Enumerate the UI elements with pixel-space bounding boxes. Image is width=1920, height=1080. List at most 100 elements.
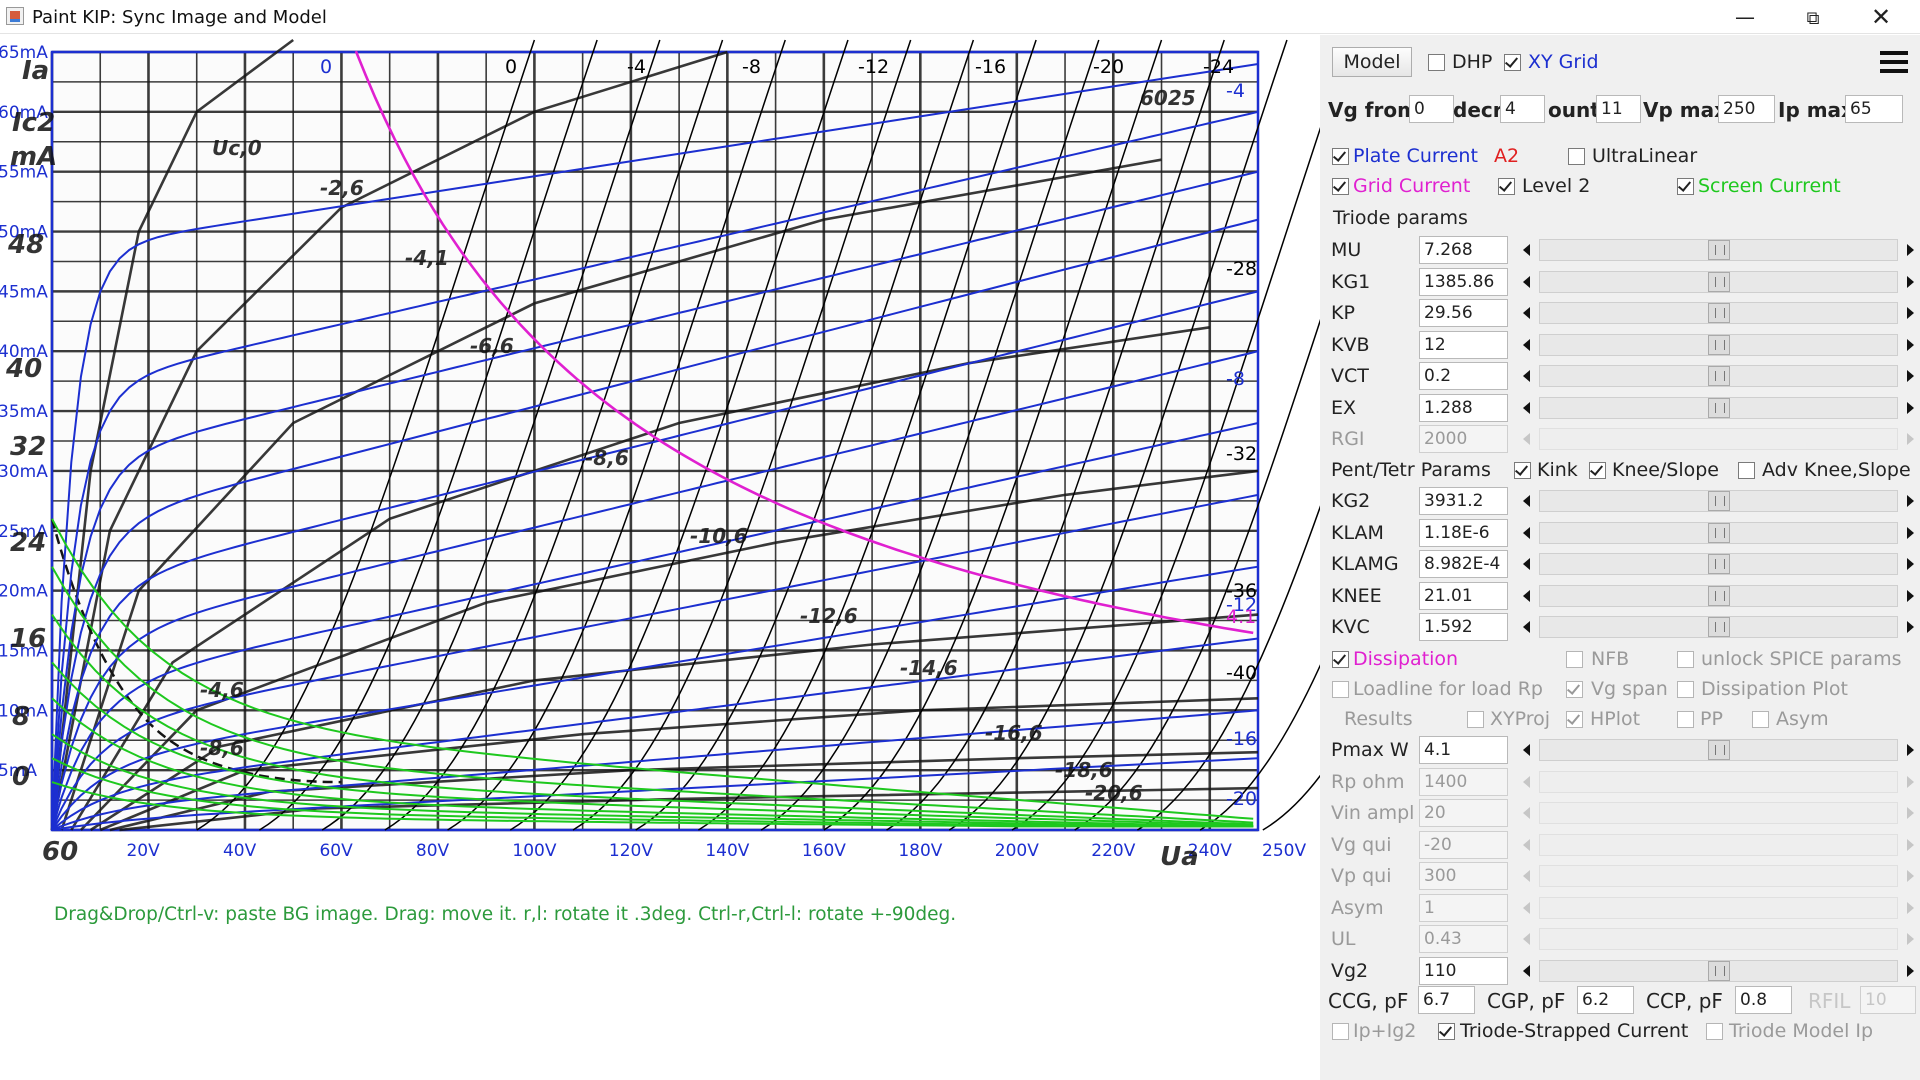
vct-slider[interactable] (1517, 363, 1920, 389)
slider-track[interactable] (1539, 770, 1898, 793)
slider-thumb[interactable] (1707, 334, 1730, 355)
scroll-left-icon[interactable] (1517, 488, 1538, 514)
scroll-left-icon[interactable] (1517, 614, 1538, 640)
scroll-right-icon[interactable] (1899, 800, 1920, 826)
close-button[interactable]: ✕ (1852, 0, 1910, 34)
slider-track[interactable] (1539, 833, 1898, 856)
scroll-right-icon[interactable] (1899, 551, 1920, 577)
ex-field[interactable]: 1.288 (1419, 393, 1508, 422)
vg-qui-slider[interactable] (1517, 831, 1920, 858)
level-2-checkbox[interactable] (1498, 178, 1515, 195)
slider-thumb[interactable] (1707, 303, 1730, 323)
slider-track[interactable] (1539, 739, 1898, 761)
klam-slider[interactable] (1517, 519, 1920, 546)
dissipation-plot-checkbox[interactable] (1677, 681, 1694, 698)
scroll-left-icon[interactable] (1517, 519, 1538, 546)
scroll-right-icon[interactable] (1899, 863, 1920, 889)
vg2-slider[interactable] (1517, 957, 1920, 984)
ul-slider[interactable] (1517, 926, 1920, 952)
scroll-right-icon[interactable] (1899, 237, 1920, 263)
scroll-left-icon[interactable] (1517, 831, 1538, 858)
menu-button[interactable] (1874, 45, 1916, 81)
asym-slider[interactable] (1517, 894, 1920, 921)
scroll-left-icon[interactable] (1517, 551, 1538, 577)
slider-track[interactable] (1539, 896, 1898, 919)
scroll-right-icon[interactable] (1899, 394, 1920, 421)
characteristics-plot[interactable]: 65mA60mA55mA50mA45mA40mA35mA30mA25mA20mA… (0, 35, 1320, 935)
slider-track[interactable] (1539, 270, 1898, 293)
vp-qui-field[interactable]: 300 (1419, 862, 1508, 890)
vin-ampl-field[interactable]: 20 (1419, 799, 1508, 827)
slider-track[interactable] (1539, 428, 1898, 450)
screen-current-checkbox[interactable] (1677, 178, 1694, 195)
minimize-button[interactable]: — (1716, 0, 1774, 34)
vin-ampl-slider[interactable] (1517, 800, 1920, 826)
scroll-right-icon[interactable] (1899, 488, 1920, 514)
scroll-right-icon[interactable] (1899, 582, 1920, 609)
kg2-slider[interactable] (1517, 488, 1920, 514)
vg-span-checkbox[interactable] (1566, 681, 1583, 698)
pmax-w-slider[interactable] (1517, 737, 1920, 763)
slider-track[interactable] (1539, 802, 1898, 824)
slider-thumb[interactable] (1707, 960, 1730, 981)
scroll-right-icon[interactable] (1899, 831, 1920, 858)
scroll-left-icon[interactable] (1517, 800, 1538, 826)
kp-field[interactable]: 29.56 (1419, 299, 1508, 327)
scroll-right-icon[interactable] (1899, 426, 1920, 452)
scroll-left-icon[interactable] (1517, 394, 1538, 421)
grid-current-checkbox[interactable] (1332, 178, 1349, 195)
slider-thumb[interactable] (1707, 522, 1730, 543)
slider-thumb[interactable] (1707, 271, 1730, 292)
scroll-right-icon[interactable] (1899, 926, 1920, 952)
kg2-field[interactable]: 3931.2 (1419, 487, 1508, 515)
scroll-left-icon[interactable] (1517, 363, 1538, 389)
slider-thumb[interactable] (1707, 397, 1730, 418)
slider-track[interactable] (1539, 928, 1898, 950)
scroll-left-icon[interactable] (1517, 957, 1538, 984)
model-button[interactable]: Model (1332, 47, 1412, 77)
slider-thumb[interactable] (1707, 585, 1730, 606)
plate-current-checkbox[interactable] (1332, 148, 1349, 165)
knee-slope-checkbox[interactable] (1589, 462, 1606, 479)
slider-thumb[interactable] (1707, 617, 1730, 637)
slider-thumb[interactable] (1707, 240, 1730, 260)
klamg-slider[interactable] (1517, 551, 1920, 577)
klamg-field[interactable]: 8.982E-4 (1419, 550, 1508, 578)
adv-knee-slope-checkbox[interactable] (1738, 462, 1755, 479)
kvb-field[interactable]: 12 (1419, 330, 1508, 359)
slider-track[interactable] (1539, 365, 1898, 387)
scroll-left-icon[interactable] (1517, 268, 1538, 295)
rfil-field[interactable]: 10 (1860, 986, 1916, 1014)
kink-checkbox[interactable] (1514, 462, 1531, 479)
slider-track[interactable] (1539, 396, 1898, 419)
kp-slider[interactable] (1517, 300, 1920, 326)
slider-thumb[interactable] (1707, 554, 1730, 574)
ccg-field[interactable]: 6.7 (1418, 986, 1475, 1014)
scroll-right-icon[interactable] (1899, 363, 1920, 389)
slider-track[interactable] (1539, 333, 1898, 356)
mu-slider[interactable] (1517, 237, 1920, 263)
asym-field[interactable]: 1 (1419, 893, 1508, 922)
pp-checkbox[interactable] (1677, 711, 1694, 728)
scroll-right-icon[interactable] (1899, 268, 1920, 295)
scroll-left-icon[interactable] (1517, 926, 1538, 952)
vg-from-field[interactable]: 0 (1409, 95, 1454, 123)
vg2-field[interactable]: 110 (1419, 956, 1508, 985)
asym-checkbox[interactable] (1752, 711, 1769, 728)
mu-field[interactable]: 7.268 (1419, 236, 1508, 264)
pmax-w-field[interactable]: 4.1 (1419, 736, 1508, 764)
scroll-right-icon[interactable] (1899, 768, 1920, 795)
ultralinear-checkbox[interactable] (1568, 148, 1585, 165)
scroll-right-icon[interactable] (1899, 614, 1920, 640)
slider-track[interactable] (1539, 521, 1898, 544)
knee-field[interactable]: 21.01 (1419, 581, 1508, 610)
scroll-left-icon[interactable] (1517, 300, 1538, 326)
kvb-slider[interactable] (1517, 331, 1920, 358)
kg1-field[interactable]: 1385.86 (1419, 267, 1508, 296)
ul-field[interactable]: 0.43 (1419, 925, 1508, 953)
loadline-checkbox[interactable] (1332, 681, 1349, 698)
unlock-spice-checkbox[interactable] (1677, 651, 1694, 668)
triode-strapped-checkbox[interactable] (1438, 1023, 1455, 1040)
dhp-checkbox[interactable] (1428, 54, 1445, 71)
count-field[interactable]: 11 (1596, 95, 1641, 123)
